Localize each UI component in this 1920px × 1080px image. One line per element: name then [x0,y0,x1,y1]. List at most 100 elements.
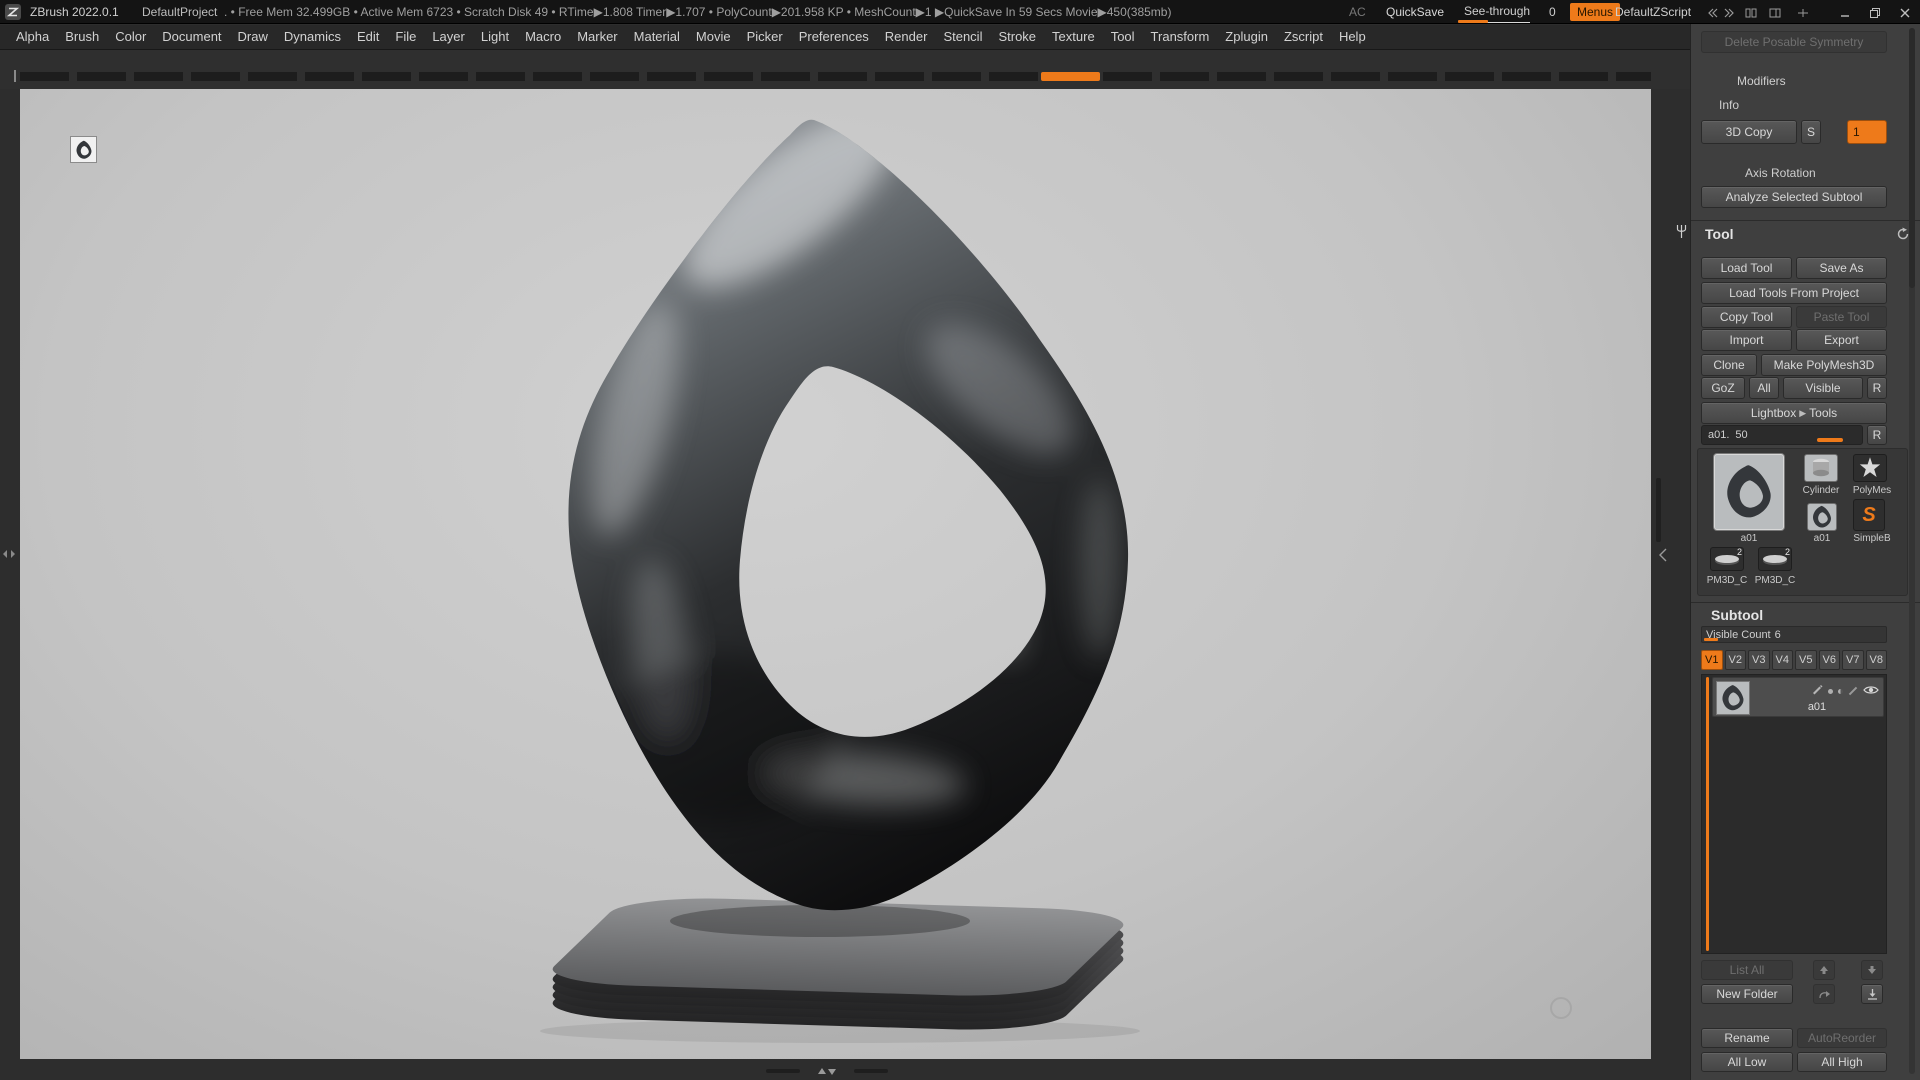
tool-palette-restore-icon[interactable] [1896,227,1910,246]
slash-toggle-icon[interactable] [1848,686,1858,696]
tray-collapse-arrow[interactable] [1658,548,1668,567]
lightbox-tools-button[interactable]: Lightbox ▶ Tools [1701,402,1887,424]
tab-v3[interactable]: V3 [1748,650,1770,670]
tool-name-slider[interactable]: a01. 50 [1701,425,1863,445]
tray-scrollbar[interactable] [1909,28,1915,1074]
subtool-list-scrollbar[interactable] [1706,677,1709,951]
tab-v2[interactable]: V2 [1724,650,1746,670]
tool-thumbnail-polymesh-star[interactable] [1853,454,1887,482]
3d-copy-count-input[interactable]: 1 [1847,120,1887,144]
menu-tool[interactable]: Tool [1103,25,1143,49]
tab-v7[interactable]: V7 [1842,650,1864,670]
menu-stencil[interactable]: Stencil [935,25,990,49]
delete-posable-symmetry-button[interactable]: Delete Posable Symmetry [1701,31,1887,53]
info-section-header[interactable]: Info [1719,98,1739,112]
rename-button[interactable]: Rename [1701,1028,1793,1048]
menu-picker[interactable]: Picker [739,25,791,49]
tool-thumbnail-simplebrush[interactable]: S [1853,499,1885,531]
minimize-icon[interactable] [1838,6,1852,19]
document-canvas[interactable] [20,89,1651,1059]
load-tool-button[interactable]: Load Tool [1701,257,1792,279]
menu-dynamics[interactable]: Dynamics [276,25,349,49]
save-as-button[interactable]: Save As [1796,257,1887,279]
menu-help[interactable]: Help [1331,25,1374,49]
clone-button[interactable]: Clone [1701,354,1757,376]
list-all-button[interactable]: List All [1701,960,1793,980]
menu-brush[interactable]: Brush [57,25,107,49]
make-polymesh3d-button[interactable]: Make PolyMesh3D [1761,354,1887,376]
menu-render[interactable]: Render [877,25,936,49]
doc-nav-left-icon[interactable] [1706,6,1720,19]
canvas-zoom-arrows-icon[interactable] [814,1067,840,1076]
menu-file[interactable]: File [387,25,424,49]
restore-window-icon[interactable] [1868,6,1882,19]
tool-slider-r-button[interactable]: R [1867,425,1887,445]
menu-zplugin[interactable]: Zplugin [1217,25,1276,49]
duplicate-subtool-button[interactable] [1813,984,1835,1004]
analyze-selected-subtool-button[interactable]: Analyze Selected Subtool [1701,186,1887,208]
goz-visible-button[interactable]: Visible [1783,377,1863,399]
menu-draw[interactable]: Draw [230,25,276,49]
tool-thumbnail-pm3d-left[interactable]: 2 [1710,547,1744,571]
new-folder-button[interactable]: New Folder [1701,984,1793,1004]
polypaint-dot-icon[interactable] [1828,688,1833,694]
tab-v1[interactable]: V1 [1701,650,1723,670]
3d-copy-button[interactable]: 3D Copy [1701,120,1797,144]
close-icon[interactable] [1898,6,1912,19]
menu-texture[interactable]: Texture [1044,25,1103,49]
tool-thumbnail-a01-selected[interactable] [1714,454,1784,530]
menu-light[interactable]: Light [473,25,517,49]
canvas-scroll-right-bar[interactable] [854,1069,888,1073]
canvas-scroll-left-bar[interactable] [766,1069,800,1073]
pencil-icon[interactable] [1811,682,1823,700]
polypaint-half-dot-icon[interactable] [1838,688,1843,694]
tool-thumbnail-cylinder[interactable] [1804,454,1838,482]
menu-layer[interactable]: Layer [424,25,473,49]
sculpture-3d-model[interactable] [20,89,1651,1059]
tab-v6[interactable]: V6 [1818,650,1840,670]
quicksave-button[interactable]: QuickSave [1386,0,1444,24]
tool-thumbnail-pm3d-right[interactable]: 2 [1758,547,1792,571]
menu-marker[interactable]: Marker [569,25,625,49]
tool-palette-header[interactable]: Tool [1705,226,1734,242]
layout-panels-icon[interactable] [1768,6,1782,19]
axis-rotation-section-header[interactable]: Axis Rotation [1745,166,1816,180]
import-button[interactable]: Import [1701,329,1792,351]
tab-v8[interactable]: V8 [1865,650,1887,670]
eye-visibility-icon[interactable] [1863,682,1879,700]
menu-preferences[interactable]: Preferences [791,25,877,49]
modifiers-section-header[interactable]: Modifiers [1737,74,1786,88]
subtool-palette-header[interactable]: Subtool [1711,607,1763,623]
tool-thumbnail-a01-small[interactable] [1807,503,1837,531]
copy-tool-button[interactable]: Copy Tool [1701,306,1792,328]
paste-tool-button[interactable]: Paste Tool [1796,306,1887,328]
shelf-divider-active-tick[interactable] [1041,72,1100,81]
doc-nav-right-icon[interactable] [1722,6,1736,19]
visible-count-slider[interactable]: Visible Count 6 [1701,626,1887,643]
tab-v4[interactable]: V4 [1771,650,1793,670]
menu-macro[interactable]: Macro [517,25,569,49]
goz-button[interactable]: GoZ [1701,377,1745,399]
menu-alpha[interactable]: Alpha [8,25,57,49]
all-low-button[interactable]: All Low [1701,1052,1793,1072]
goz-all-button[interactable]: All [1749,377,1779,399]
menu-document[interactable]: Document [154,25,229,49]
subtool-list-item-selected[interactable]: a01 [1712,677,1884,717]
autoreorder-button[interactable]: AutoReorder [1797,1028,1887,1048]
menu-movie[interactable]: Movie [688,25,739,49]
canvas-vertical-scrollbar[interactable] [1656,478,1661,542]
visible-count-handle[interactable] [1704,638,1718,641]
menu-zscript[interactable]: Zscript [1276,25,1331,49]
move-subtool-down-button[interactable] [1861,960,1883,980]
menu-transform[interactable]: Transform [1143,25,1218,49]
menu-edit[interactable]: Edit [349,25,387,49]
left-tray-divider-arrows[interactable] [2,546,16,564]
symmetry-s-button[interactable]: S [1801,120,1821,144]
tray-divider-icon[interactable] [1676,224,1687,244]
tool-slider-handle[interactable] [1817,438,1844,442]
split-columns-icon[interactable] [1744,6,1758,19]
tab-v5[interactable]: V5 [1795,650,1817,670]
tray-scrollbar-thumb[interactable] [1909,28,1915,288]
menu-color[interactable]: Color [107,25,154,49]
all-high-button[interactable]: All High [1797,1052,1887,1072]
